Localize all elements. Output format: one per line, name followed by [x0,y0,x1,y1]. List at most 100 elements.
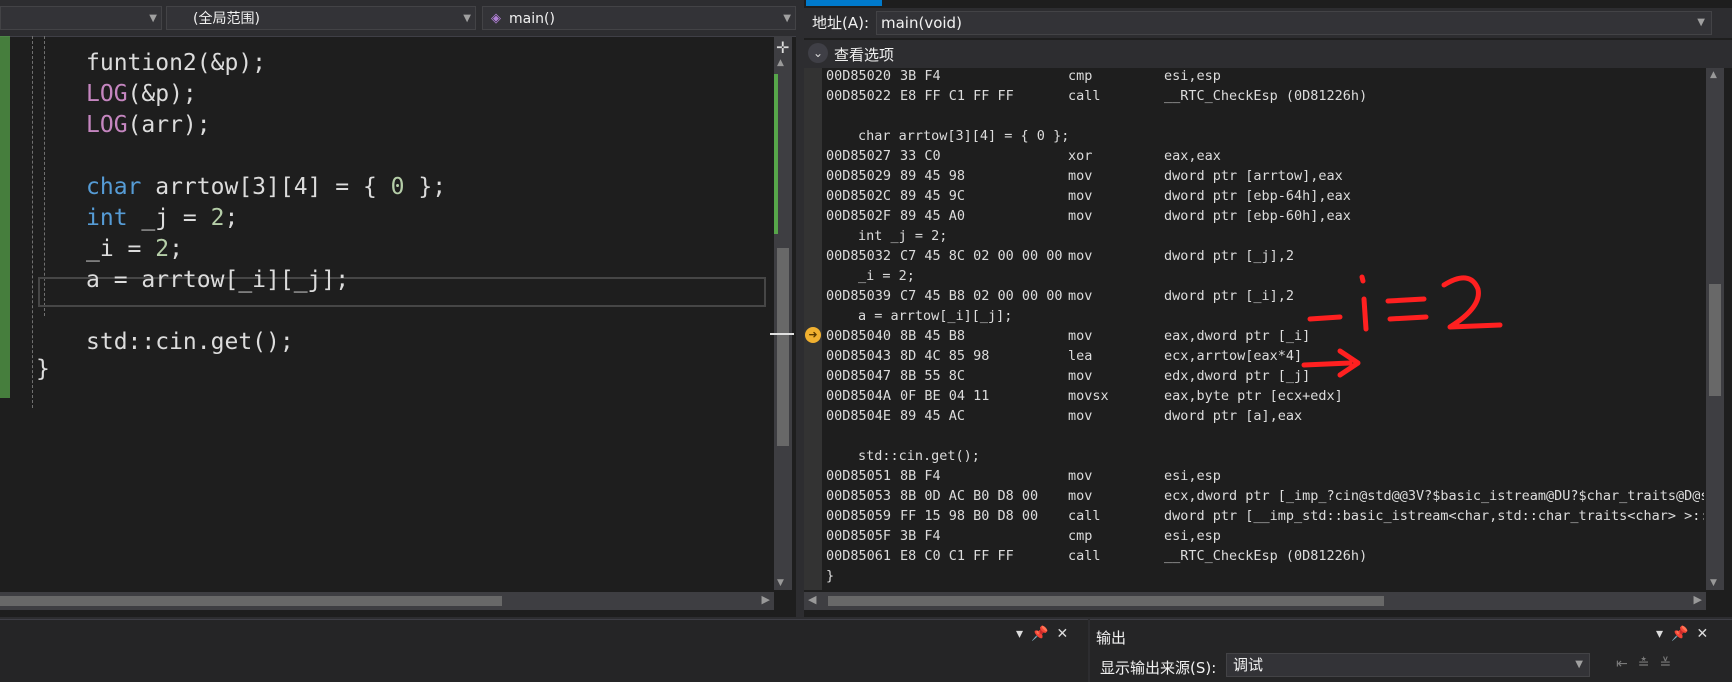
pane-splitter[interactable] [796,0,804,617]
instruction-bytes: 89 45 9C [900,188,966,204]
instruction-address: 00D85032 [826,248,892,264]
prev-message-icon[interactable]: ≛ [1638,656,1660,672]
disassembly-instruction[interactable]: 00D85053 8B 0D AC B0 D8 00 mov ecx,dword pt… [826,486,1704,506]
disassembly-tab[interactable] [806,0,882,6]
scrollbar-thumb[interactable] [1709,284,1721,396]
code-line[interactable]: a = arrtow[_i][_j]; [86,263,349,297]
scroll-up-icon[interactable]: ▲ [1710,70,1717,80]
code-line[interactable]: _i = 2; [86,232,183,266]
function-combo[interactable]: ◈ main() ▼ [482,6,796,30]
disassembly-instruction[interactable]: 00D85043 8D 4C 85 98 lea ecx,arrtow[eax*4] [826,346,1704,366]
disassembly-instruction[interactable]: 00D85032 C7 45 8C 02 00 00 00 mov dword ptr… [826,246,1704,266]
pin-icon[interactable]: 📌 [1031,626,1056,642]
chevron-down-icon[interactable]: ⌄ [808,43,828,63]
code-token: 0 [390,174,405,200]
code-token: LOG [86,81,128,107]
disassembly-instruction[interactable]: 00D85047 8B 55 8C mov edx,dword ptr [_j] [826,366,1704,386]
pin-icon[interactable]: 📌 [1671,626,1696,642]
function-icon: ◈ [491,11,501,26]
address-combo[interactable]: main(void) ▼ [876,11,1712,35]
source-line[interactable]: a = arrtow[_i][_j]; [826,306,1704,326]
instruction-bytes: 3B F4 [900,528,941,544]
instruction-address: 00D85061 [826,548,892,564]
disassembly-instruction[interactable]: 00D85059 FF 15 98 B0 D8 00 call dword ptr [… [826,506,1704,526]
source-line[interactable]: std::cin.get(); [826,446,1704,466]
disassembly-instruction[interactable]: 00D8505F 3B F4 cmp esi,esp [826,526,1704,546]
code-text-area[interactable]: funtion2(&p); LOG(&p); LOG(arr); char arrto… [10,36,770,580]
split-icon[interactable]: ✛ [776,38,789,57]
disassembly-instruction[interactable]: 00D8502C 89 45 9C mov dword ptr [ebp-64h],e… [826,186,1704,206]
view-options-toggle[interactable]: 查看选项 [834,44,894,65]
project-combo[interactable]: ▼ [0,6,162,30]
disassembly-instruction[interactable]: 00D8502F 89 45 A0 mov dword ptr [ebp-60h],e… [826,206,1704,226]
function-combo-value: main() [509,11,555,27]
disassembly-instruction[interactable]: 00D85027 33 C0 xor eax,eax [826,146,1704,166]
disassembly-instruction[interactable]: 00D8504E 89 45 AC mov dword ptr [a],eax [826,406,1704,426]
instruction-address: 00D85043 [826,348,892,364]
scroll-up-icon[interactable]: ▲ [777,58,784,68]
instruction-opcode: mov [1068,208,1093,224]
source-line[interactable]: char arrtow[3][4] = { 0 }; [826,126,1704,146]
instruction-operands: esi,esp [1164,68,1221,84]
scrollbar-thumb[interactable] [0,596,502,606]
disassembly-instruction[interactable]: 00D85029 89 45 98 mov dword ptr [arrtow],ea… [826,166,1704,186]
scroll-down-icon[interactable]: ▼ [1710,578,1717,588]
source-line[interactable] [826,106,1704,126]
disassembly-instruction[interactable]: 00D8504A 0F BE 04 11 movsx eax,byte ptr [ec… [826,386,1704,406]
close-icon[interactable]: ✕ [1696,626,1716,642]
code-line[interactable]: int _j = 2; [86,201,238,235]
code-line[interactable]: } [36,352,50,386]
instruction-address: 00D85022 [826,88,892,104]
disassembly-text-area[interactable]: 00D85020 3B F4 cmp esi,esp 00D85022 E8 FF C1 … [826,68,1704,590]
scroll-right-icon[interactable]: ▶ [762,593,770,606]
code-token: _i = [86,236,156,262]
instruction-bytes: E8 FF C1 FF FF [900,88,1014,104]
disassembly-instruction[interactable]: 00D85039 C7 45 B8 02 00 00 00 mov dword ptr… [826,286,1704,306]
source-line[interactable]: int _j = 2; [826,226,1704,246]
scroll-left-icon[interactable]: ◀ [808,593,816,606]
instruction-opcode: lea [1068,348,1093,364]
dropdown-icon[interactable]: ▾ [1016,626,1031,642]
code-line[interactable]: LOG(arr); [86,108,211,142]
find-message-icon[interactable]: ⇤ [1616,656,1638,672]
scroll-right-icon[interactable]: ▶ [1694,593,1702,606]
instruction-opcode: cmp [1068,68,1093,84]
scrollbar-thumb[interactable] [828,596,1384,606]
dropdown-icon[interactable]: ▾ [1656,626,1671,642]
disassembly-instruction[interactable]: 00D85040 8B 45 B8 mov eax,dword ptr [_i] [826,326,1704,346]
code-line[interactable]: std::cin.get(); [86,325,294,359]
instruction-opcode: mov [1068,248,1093,264]
close-icon[interactable]: ✕ [1056,626,1076,642]
code-line[interactable]: LOG(&p); [86,77,197,111]
disassembly-horizontal-scrollbar[interactable]: ◀ ▶ [804,592,1706,610]
instruction-address: 00D85047 [826,368,892,384]
instruction-operands: dword ptr [_j],2 [1164,248,1295,264]
disassembly-vertical-scrollbar[interactable]: ▲ ▼ [1706,68,1724,590]
disassembly-instruction[interactable]: 00D85020 3B F4 cmp esi,esp [826,68,1704,86]
output-source-label: 显示输出来源(S): [1100,659,1217,677]
instruction-operands: dword ptr [ebp-60h],eax [1164,208,1351,224]
chevron-down-icon: ▼ [1697,17,1705,28]
disassembly-instruction[interactable]: 00D85051 8B F4 mov esi,esp [826,466,1704,486]
instruction-opcode: mov [1068,188,1093,204]
output-source-combo[interactable]: 调试 ▼ [1226,653,1590,677]
instruction-opcode: mov [1068,408,1093,424]
instruction-bytes: 8B 55 8C [900,368,966,384]
code-token: ; [169,236,183,262]
source-line[interactable] [826,426,1704,446]
disassembly-instruction[interactable]: 00D85022 E8 FF C1 FF FF call __RTC_CheckEsp… [826,86,1704,106]
scroll-down-icon[interactable]: ▼ [777,578,784,588]
code-line[interactable]: char arrtow[3][4] = { 0 }; [86,170,446,204]
next-message-icon[interactable]: ≚ [1659,656,1681,672]
code-token: 2 [210,205,225,231]
code-token: }; [404,174,447,200]
source-line[interactable]: _i = 2; [826,266,1704,286]
code-line[interactable]: funtion2(&p); [86,46,266,80]
instruction-operands: dword ptr [__imp_std::basic_istream<char… [1164,508,1704,524]
instruction-operands: dword ptr [ebp-64h],eax [1164,188,1351,204]
source-line[interactable]: } [826,566,1704,586]
scope-combo[interactable]: (全局范围) ▼ [166,6,476,30]
scrollbar-thumb[interactable] [777,248,789,446]
editor-horizontal-scrollbar[interactable]: ▶ [0,592,774,610]
disassembly-instruction[interactable]: 00D85061 E8 C0 C1 FF FF call __RTC_CheckEsp… [826,546,1704,566]
